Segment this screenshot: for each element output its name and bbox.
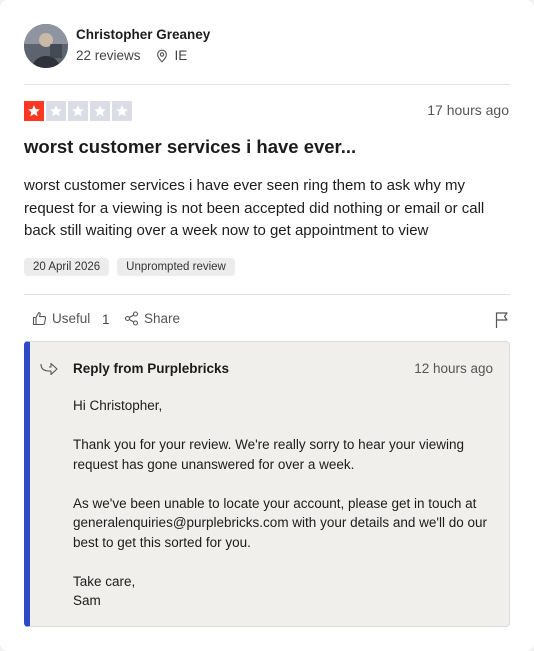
reviews-count: 22 reviews	[76, 48, 141, 63]
reply-time: 12 hours ago	[414, 361, 493, 376]
unprompted-review-tag[interactable]: Unprompted review	[117, 258, 235, 276]
star-rating	[24, 101, 132, 121]
review-tags: 20 April 2026 Unprompted review	[24, 258, 235, 276]
avatar[interactable]	[24, 24, 68, 68]
author-country: IE	[174, 48, 188, 63]
star-icon	[112, 101, 132, 121]
review-header: Christopher Greaney 22 reviews IE	[24, 24, 510, 68]
reply-body: Hi Christopher, Thank you for your revie…	[73, 396, 498, 611]
company-reply: Reply from Purplebricks 12 hours ago Hi …	[24, 341, 510, 627]
divider	[24, 294, 510, 295]
useful-count: 1	[102, 312, 110, 327]
review-card: Christopher Greaney 22 reviews IE 17 hou…	[0, 0, 534, 651]
divider	[24, 84, 510, 85]
share-button[interactable]: Share	[124, 311, 180, 326]
share-label: Share	[144, 311, 181, 326]
reply-paragraph: As we've been unable to locate your acco…	[73, 495, 487, 550]
share-icon	[124, 311, 144, 326]
reply-from: Reply from Purplebricks	[73, 361, 230, 376]
star-icon	[68, 101, 88, 121]
reply-greeting: Hi Christopher,	[73, 398, 163, 413]
reply-signature: Sam	[73, 593, 101, 608]
review-body: worst customer services i have ever seen…	[24, 177, 485, 239]
author-name[interactable]: Christopher Greaney	[76, 27, 210, 42]
author-meta: 22 reviews IE	[76, 48, 187, 63]
location-pin-icon	[155, 49, 169, 63]
reply-signoff: Take care,	[73, 573, 136, 589]
reply-paragraph: Thank you for your review. We're really …	[73, 437, 464, 472]
thumbs-up-icon	[32, 311, 52, 326]
useful-label: Useful	[52, 311, 91, 326]
star-icon	[46, 101, 66, 121]
star-icon	[90, 101, 110, 121]
date-tag: 20 April 2026	[24, 258, 110, 276]
report-flag-icon[interactable]	[494, 311, 510, 334]
review-title[interactable]: worst customer services i have ever...	[24, 136, 356, 158]
useful-button[interactable]: Useful	[32, 311, 90, 326]
reply-arrow-icon	[40, 362, 58, 381]
review-actions: Useful 1 Share	[32, 311, 510, 333]
star-icon	[24, 101, 44, 121]
review-time: 17 hours ago	[427, 102, 509, 118]
